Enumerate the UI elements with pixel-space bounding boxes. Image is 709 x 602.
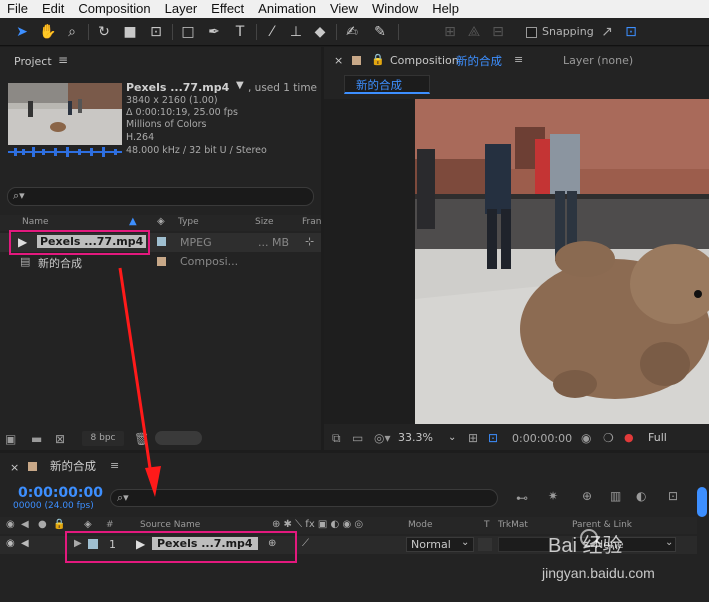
watermark-url: jingyan.baidu.com <box>542 565 655 581</box>
watermark: Bai 经验 jingyan.baidu.com <box>540 523 700 593</box>
paw-logo-icon <box>580 529 598 547</box>
drag-arrow <box>118 267 161 497</box>
